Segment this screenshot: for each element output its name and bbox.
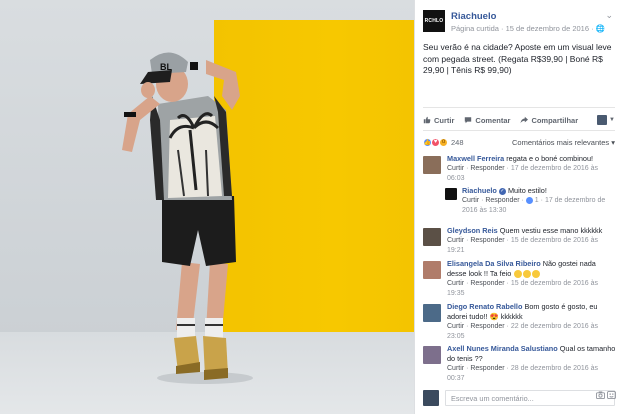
comment-input[interactable]: Escreva um comentário... bbox=[445, 390, 615, 406]
comment-like-link[interactable]: Curtir bbox=[447, 365, 464, 372]
comment-author[interactable]: Diego Renato Rabello bbox=[447, 302, 522, 311]
verified-check-icon: ✓ bbox=[498, 187, 506, 195]
comment-reply-link[interactable]: Responder bbox=[470, 165, 504, 172]
comment-text: Muito estilo! bbox=[507, 186, 547, 195]
comment-reply-link[interactable]: Responder bbox=[470, 323, 504, 330]
wow-reaction-icon[interactable]: o bbox=[439, 137, 448, 147]
divider bbox=[423, 130, 615, 131]
comment-like-link[interactable]: Curtir bbox=[447, 280, 464, 287]
comment-sort-dropdown[interactable]: Comentários mais relevantes ▾ bbox=[512, 138, 615, 147]
comment-reply-link[interactable]: Responder bbox=[470, 365, 504, 372]
avatar[interactable] bbox=[423, 156, 441, 174]
avatar bbox=[597, 115, 608, 125]
like-button[interactable]: Curtir bbox=[423, 116, 454, 125]
comment-button[interactable]: Comentar bbox=[464, 116, 510, 125]
comment-author[interactable]: Gleydson Reis bbox=[447, 226, 498, 235]
thumbs-up-icon bbox=[423, 116, 431, 124]
share-icon bbox=[520, 116, 529, 124]
divider bbox=[423, 107, 615, 108]
laughing-emoji-icon bbox=[532, 270, 541, 279]
comment-reply-link[interactable]: Responder bbox=[470, 237, 504, 244]
avatar[interactable] bbox=[423, 261, 441, 279]
camera-icon[interactable] bbox=[596, 391, 605, 399]
comment-like-count[interactable]: 1 bbox=[535, 197, 539, 204]
post-actions: Curtir Comentar Compartilhar ▼ bbox=[423, 113, 615, 127]
avatar[interactable] bbox=[423, 304, 441, 322]
comment-icon bbox=[465, 117, 472, 124]
reactions-bar: 👍 ♥ o 248 Comentários mais relevantes ▾ bbox=[423, 136, 615, 148]
post-photo[interactable]: BL bbox=[0, 0, 414, 414]
like-label: Curtir bbox=[434, 115, 455, 125]
post-details-panel: RCHLO Riachuelo Página curtida · 15 de d… bbox=[414, 0, 620, 414]
comment-reply-link[interactable]: Responder bbox=[470, 280, 504, 287]
comment-text: Quem vestiu esse mano kkkkkk bbox=[499, 226, 603, 235]
comment-like-link[interactable]: Curtir bbox=[462, 197, 479, 204]
comment-like-link[interactable]: Curtir bbox=[447, 237, 464, 244]
comment-like-link[interactable]: Curtir bbox=[447, 165, 464, 172]
comment-author[interactable]: Axell Nunes Miranda Salustiano bbox=[447, 344, 558, 353]
share-label: Compartilhar bbox=[531, 115, 579, 125]
post-caption: Seu verão é na cidade? Aposte em um visu… bbox=[423, 42, 612, 75]
laughing-emoji-icon bbox=[514, 270, 523, 279]
reaction-count[interactable]: 248 bbox=[451, 138, 464, 147]
comment-reply-link[interactable]: Responder bbox=[485, 197, 519, 204]
post-header: RCHLO Riachuelo Página curtida · 15 de d… bbox=[423, 8, 613, 36]
page-name-link[interactable]: Riachuelo bbox=[451, 11, 496, 22]
chevron-down-icon[interactable]: ⌄ bbox=[605, 10, 613, 21]
sticker-icon[interactable] bbox=[607, 391, 616, 399]
comment-author[interactable]: Maxwell Ferreira bbox=[447, 154, 504, 163]
avatar[interactable] bbox=[423, 228, 441, 246]
comment-label: Comentar bbox=[475, 115, 511, 125]
comment-composer: Escreva um comentário... bbox=[423, 388, 619, 408]
comment-author[interactable]: Riachuelo bbox=[462, 186, 497, 195]
post-meta: Página curtida · 15 de dezembro de 2016 … bbox=[451, 24, 606, 33]
model-figure: BL bbox=[122, 52, 253, 384]
avatar[interactable] bbox=[423, 346, 441, 364]
comment-like-link[interactable]: Curtir bbox=[447, 323, 464, 330]
comment-time[interactable]: 17 de dezembro de 2016 às 13:30 bbox=[462, 197, 605, 214]
like-count-icon bbox=[525, 196, 533, 204]
caret-down-icon: ▼ bbox=[609, 117, 615, 123]
avatar bbox=[423, 390, 439, 406]
avatar[interactable] bbox=[445, 188, 457, 200]
share-button[interactable]: Compartilhar bbox=[520, 116, 578, 125]
identity-selector[interactable]: ▼ bbox=[597, 115, 615, 125]
svg-text:BL: BL bbox=[160, 62, 172, 72]
comment-author[interactable]: Elisangela Da Silva Ribeiro bbox=[447, 259, 541, 268]
page-logo[interactable]: RCHLO bbox=[423, 10, 445, 32]
comment-text: regata e o boné combinou! bbox=[506, 154, 594, 163]
laughing-emoji-icon bbox=[523, 270, 532, 279]
